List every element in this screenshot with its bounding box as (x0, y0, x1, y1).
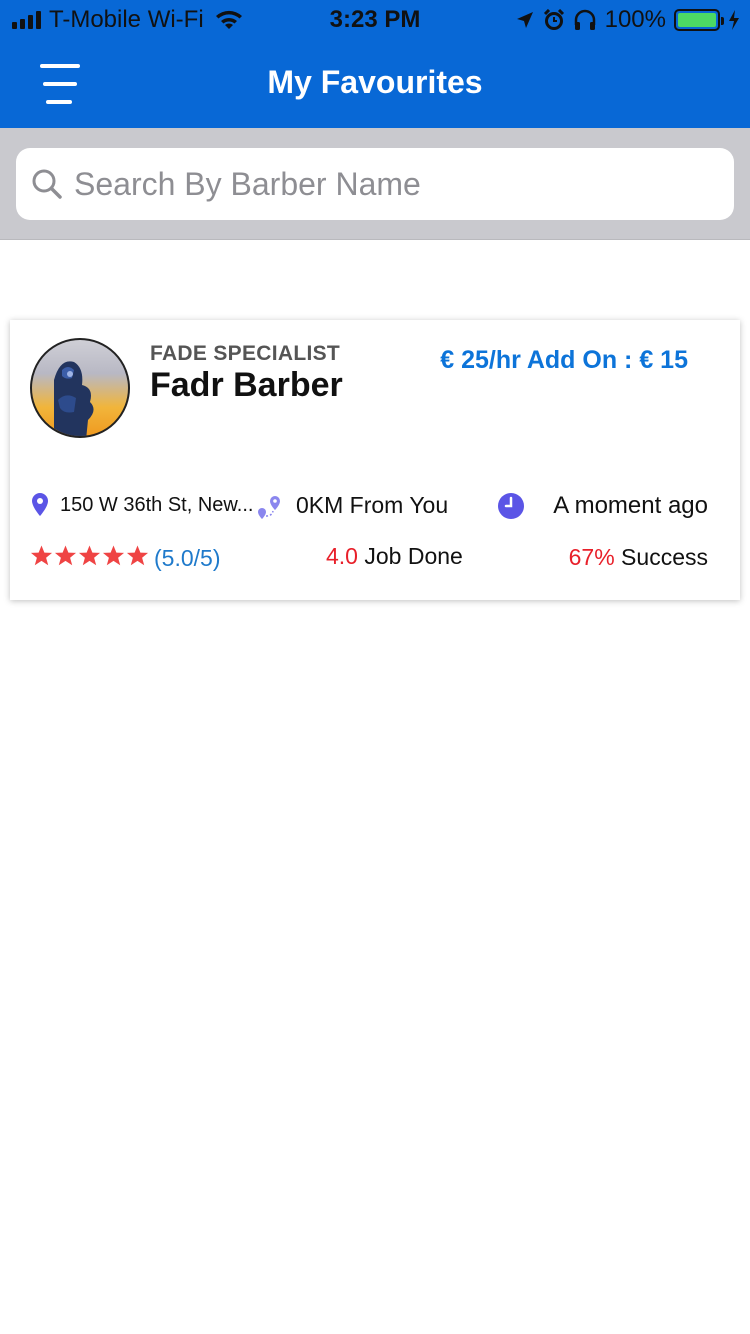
barber-info-row: 150 W 36th St, New... 0KM From You A mom… (30, 488, 720, 524)
rating-text: (5.0/5) (154, 545, 221, 571)
search-box[interactable] (16, 148, 734, 220)
barber-price: € 25/hr Add On : € 15 (440, 346, 688, 374)
success-value: 67% (568, 544, 615, 570)
jobs-done: 4.0 Job Done (326, 543, 463, 570)
alarm-icon (543, 9, 564, 30)
star-icon (54, 545, 77, 566)
search-input[interactable] (74, 165, 694, 203)
page-title: My Favourites (267, 64, 483, 100)
success-label: Success (614, 544, 708, 570)
star-icon (30, 545, 53, 566)
star-icon (102, 545, 125, 566)
barber-name: Fadr Barber (150, 366, 343, 404)
barber-specialty: FADE SPECIALIST (150, 342, 341, 365)
barber-stats-row: (5.0/5) 4.0 Job Done 67% Success (30, 540, 720, 576)
search-bar (0, 128, 750, 240)
barber-distance: 0KM From You (296, 492, 449, 518)
success-rate: 67% Success (569, 544, 708, 571)
barber-card[interactable]: FADE SPECIALIST Fadr Barber € 25/hr Add … (10, 320, 740, 600)
charging-icon (729, 10, 739, 30)
location-arrow-icon (516, 12, 533, 28)
barber-avatar (30, 338, 130, 438)
headphones-icon (574, 9, 595, 30)
barber-address: 150 W 36th St, New... (60, 494, 254, 516)
rating-stars (30, 544, 149, 567)
jobs-label: Job Done (357, 543, 463, 569)
last-seen: A moment ago (553, 492, 708, 519)
status-bar: T-Mobile Wi-Fi 3:23 PM 100% (0, 0, 750, 40)
jobs-value: 4.0 (326, 543, 358, 569)
app-header: My Favourites (0, 40, 750, 128)
search-icon (32, 169, 62, 199)
star-icon (78, 545, 101, 566)
battery-percent: 100% (604, 6, 666, 33)
avatar-image (54, 361, 94, 436)
star-icon (126, 545, 149, 566)
location-pin-icon (32, 493, 48, 516)
clock-icon (498, 493, 524, 519)
battery-icon (674, 9, 724, 31)
route-icon (258, 496, 280, 519)
status-right: 100% (515, 6, 740, 34)
